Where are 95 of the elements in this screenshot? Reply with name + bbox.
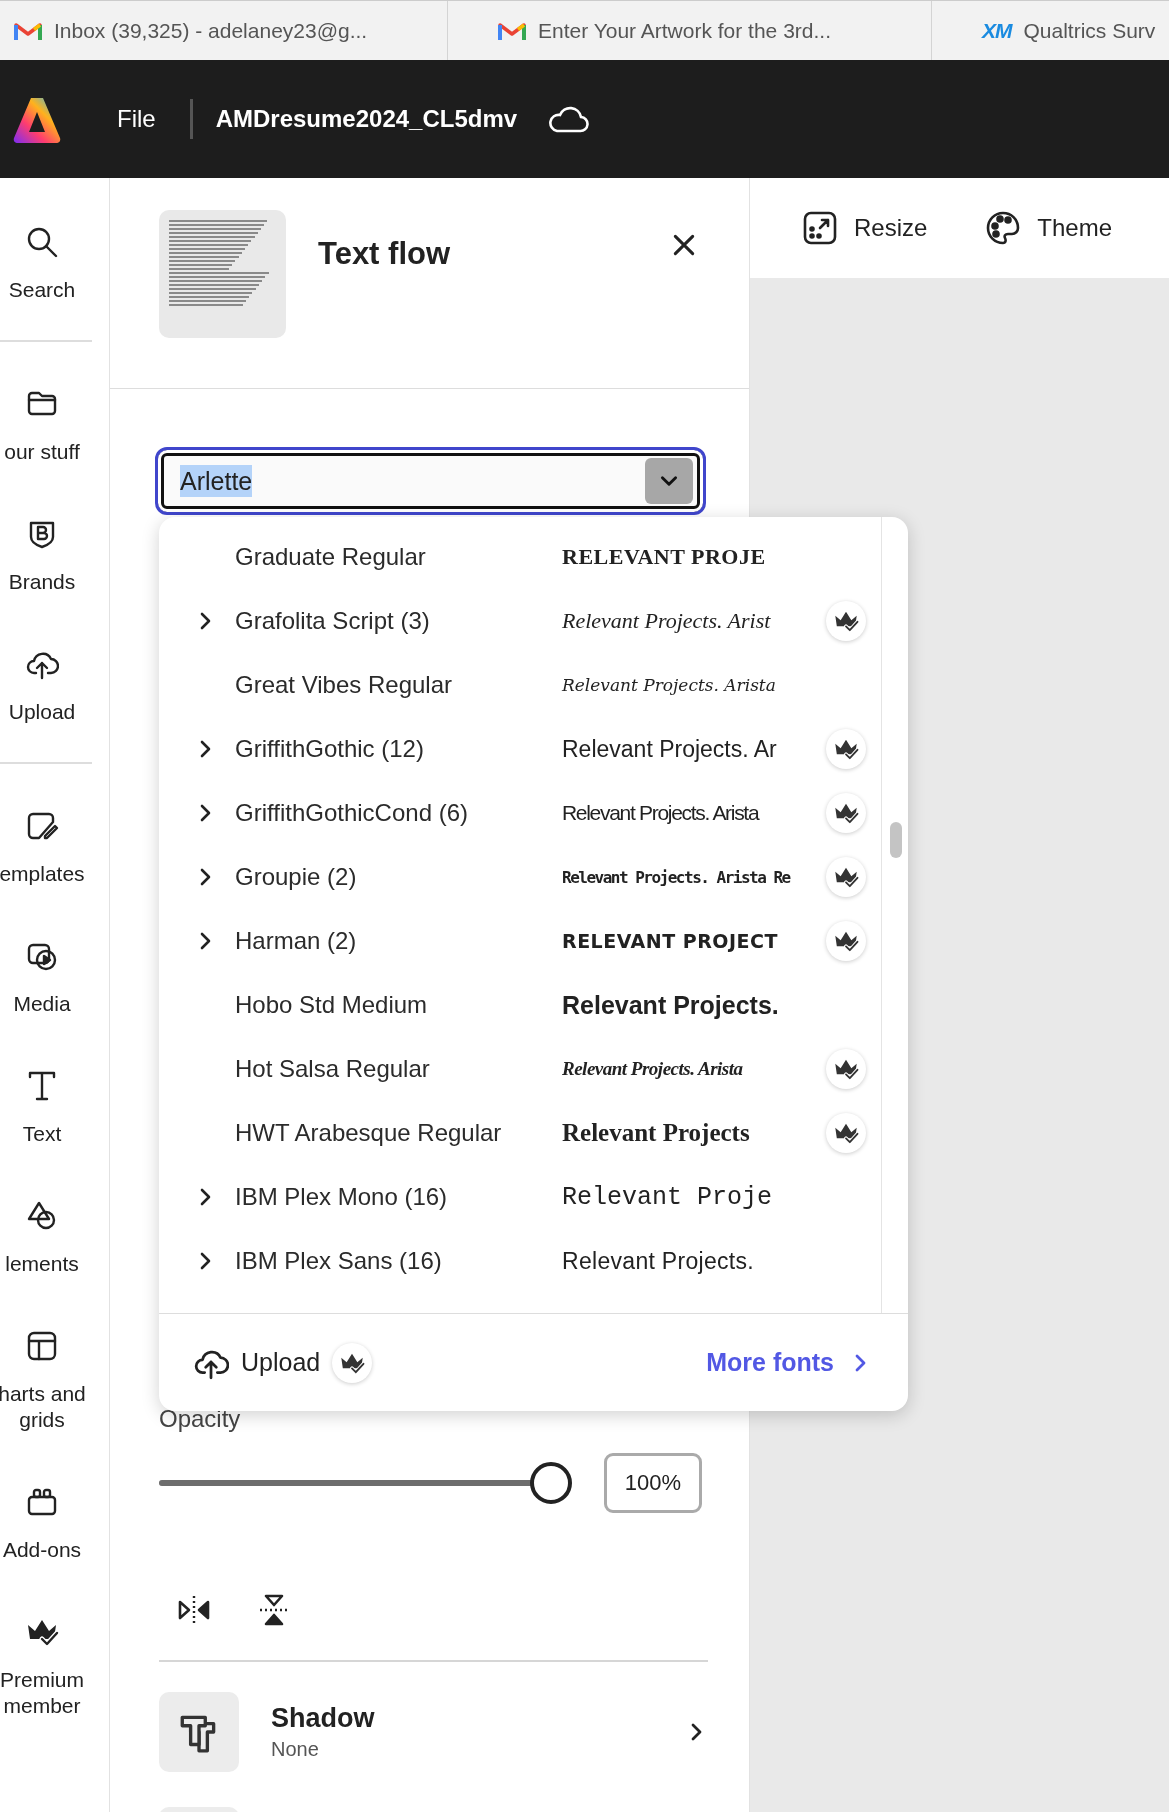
rail-item[interactable]: our stuff [0,360,84,490]
browser-tab[interactable]: XM Qualtrics Surv [932,1,1169,60]
panel-title: Text flow [318,236,451,272]
rail-label: Brands [7,569,77,595]
font-name: Hobo Std Medium [235,991,429,1019]
rail-item[interactable]: Upload [0,620,84,750]
font-name: Harman (2) [235,927,358,955]
font-field[interactable]: Arlette [155,447,706,515]
rail-item[interactable]: harts and grids [0,1302,84,1458]
grid-icon [25,1329,59,1363]
font-name: GriffithGothicCond (6) [235,799,469,827]
xm-logo: XM [982,18,1012,43]
more-fonts-link[interactable]: More fonts [706,1348,834,1377]
palette-icon [985,210,1022,246]
shadow-row[interactable]: Shadow None [159,1692,708,1772]
font-preview: Relevant Projects [562,1119,751,1147]
font-preview: RELEVANT PROJE [562,544,767,570]
font-preview: Relevant Projects. Arista [562,675,777,695]
font-preview: Relevant Projects. [562,1247,756,1275]
chevron-right-icon[interactable] [199,1187,213,1207]
font-name: IBM Plex Mono (16) [235,1183,449,1211]
upload-button[interactable]: Upload [241,1348,321,1377]
opacity-value[interactable]: 100% [604,1453,702,1513]
shadow-title: Shadow [271,1703,375,1734]
font-option[interactable]: Great Vibes Regular Relevant Projects. Arista [159,653,881,717]
chevron-right-icon[interactable] [199,867,213,887]
slider-thumb[interactable] [530,1462,572,1504]
rail-label: Media [12,991,72,1017]
font-name: Arlette [180,465,253,497]
toolbar-button[interactable]: Theme [985,210,1113,246]
rail-item[interactable]: Add-ons [0,1458,84,1588]
font-option[interactable]: GriffithGothic (12) Relevant Projects. Ar [159,717,881,781]
font-preview: Relevant Projects. Ar [562,735,778,763]
chevron-right-icon[interactable] [199,611,213,631]
font-name: Great Vibes Regular [235,671,453,699]
font-option[interactable]: GriffithGothicCond (6) Relevant Projects. Arista [159,781,881,845]
rail-label: lements [4,1251,80,1277]
font-preview: RELEVANT PROJECT [562,930,779,952]
rail-label: Premium member [0,1667,85,1719]
close-icon[interactable] [671,232,697,258]
rail-item[interactable]: Brands [0,490,84,620]
font-preview: Relevant Projects. Arista Re [562,867,792,887]
font-name: Groupie (2) [235,863,358,891]
toolbar-button[interactable]: Resize [802,210,928,246]
rail-label: harts and grids [0,1381,87,1433]
font-name: HWT Arabesque Regular [235,1119,503,1147]
font-option[interactable]: HWT Arabesque Regular Relevant Projects [159,1101,881,1165]
font-name: Hot Salsa Regular [235,1055,431,1083]
shadow-value: None [271,1738,320,1761]
rail-item[interactable]: emplates [0,782,84,912]
chevron-right-icon [690,1722,704,1742]
rail-item[interactable]: Search [0,198,84,328]
rail-label: Text [21,1121,63,1147]
rail-label: Add-ons [1,1537,83,1563]
font-preview: Relevant Projects. [562,990,780,1020]
font-preview: Relevant Projects. Arista [562,1058,744,1080]
opacity-slider[interactable] [159,1462,571,1504]
rail-label: Search [7,277,77,303]
search-icon [25,225,59,259]
document-title[interactable]: AMDresume2024_CL5dmv [215,105,518,133]
rail-item[interactable]: Media [0,912,84,1042]
resize-icon [802,210,838,246]
font-name: Graduate Regular [235,543,427,571]
rail-label: our stuff [3,439,81,465]
tab-title: Inbox (39,325) - adelaney23@g... [54,18,368,43]
font-option[interactable]: Groupie (2) Relevant Projects. Arista Re [159,845,881,909]
font-option[interactable]: Hot Salsa Regular Relevant Projects. Arista [159,1037,881,1101]
tab-title: Enter Your Artwork for the 3rd... [538,18,831,43]
chevron-right-icon[interactable] [199,739,213,759]
chevron-right-icon[interactable] [199,1251,213,1271]
font-option[interactable]: Hobo Std Medium Relevant Projects. [159,973,881,1037]
chevron-right-icon[interactable] [199,803,213,823]
rail-label: Upload [7,699,77,725]
rail-label: emplates [0,861,86,887]
dropdown-button[interactable] [645,458,693,504]
font-option[interactable]: IBM Plex Sans (16) Relevant Projects. [159,1229,881,1293]
font-option[interactable]: Graduate Regular RELEVANT PROJE [159,525,881,589]
chevron-right-icon[interactable] [199,931,213,951]
opacity-label: Opacity [159,1406,241,1432]
rail-item[interactable]: Text [0,1042,84,1172]
font-name: GriffithGothic (12) [235,735,425,763]
font-preview: Relevant Projects. Arista [562,801,760,825]
font-option[interactable]: Harman (2) RELEVANT PROJECT [159,909,881,973]
font-name: Grafolita Script (3) [235,607,431,635]
file-menu[interactable]: File [117,105,156,133]
font-preview: Relevant Proje [562,1182,774,1212]
rail-item[interactable]: Premium member [0,1588,84,1744]
tab-title: Qualtrics Surv [1023,18,1156,43]
font-option[interactable]: Grafolita Script (3) Relevant Projects. Arist [159,589,881,653]
font-preview: Relevant Projects. Arist [562,608,772,634]
rail-item[interactable]: lements [0,1172,84,1302]
scrollbar-thumb[interactable] [890,822,902,858]
cloud-icon[interactable] [547,104,590,134]
font-option[interactable]: IBM Plex Mono (16) Relevant Proje [159,1165,881,1229]
font-name: IBM Plex Sans (16) [235,1247,443,1275]
